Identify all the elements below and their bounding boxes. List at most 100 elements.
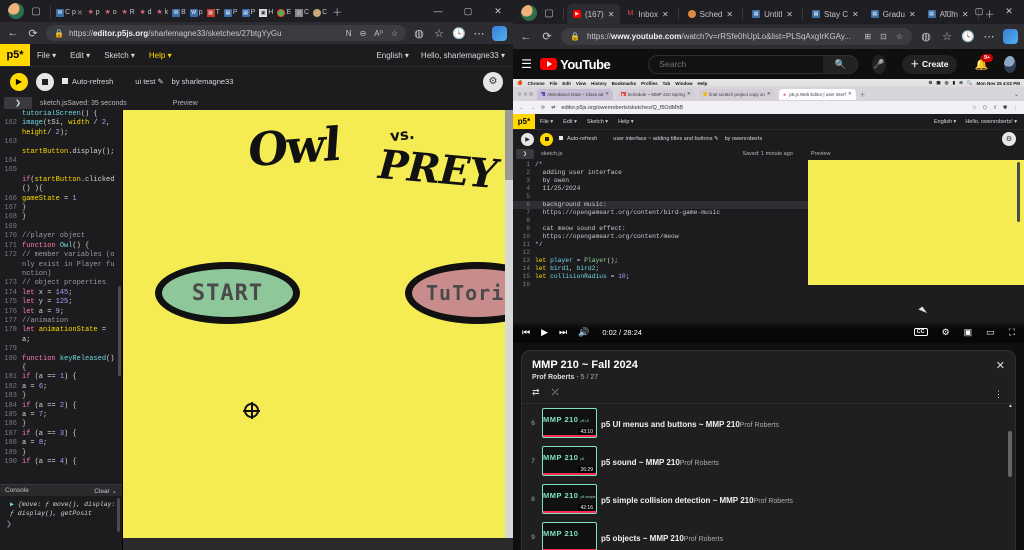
sketch-name[interactable]: ui test ✎ xyxy=(135,77,163,86)
favorite-star-icon[interactable]: ☆ xyxy=(896,32,903,41)
fullscreen-icon[interactable]: ⛶ xyxy=(1009,327,1015,338)
scrollbar-thumb[interactable] xyxy=(1008,431,1012,477)
stop-button[interactable] xyxy=(36,72,54,91)
close-icon[interactable]: ✕ xyxy=(996,359,1005,372)
address-bar[interactable]: 🔒 https://editor.p5js.org/sharlemagne33/… xyxy=(46,25,406,41)
copilot-icon[interactable] xyxy=(492,25,507,41)
captions-icon[interactable]: CC xyxy=(913,328,928,336)
new-tab-button[interactable]: ＋ xyxy=(329,3,345,19)
console-clear-button[interactable]: Clear ⌄ xyxy=(94,487,117,495)
browser-tab[interactable]: WB xyxy=(170,3,188,22)
video-thumbnail[interactable]: MMP 210p5 UI menus and buttons43:10 xyxy=(542,408,597,438)
playlist-item[interactable]: 8 MMP 210p5 simple collision detection42:… xyxy=(522,480,1015,518)
create-button[interactable]: ＋ Create xyxy=(901,54,958,74)
profile-avatar-icon[interactable] xyxy=(8,3,24,19)
playlist-scrollbar[interactable]: ▲ ▼ xyxy=(1008,403,1013,550)
playlist-item[interactable]: 6MMP 210p5 UI menus and buttons43:10p5 U… xyxy=(522,404,1015,442)
volume-icon[interactable]: 🔊 xyxy=(578,327,589,338)
preview-scrollbar-horizontal[interactable] xyxy=(123,538,513,550)
browser-tab[interactable]: ★ k xyxy=(154,3,171,22)
next-video-icon[interactable]: ⏭ xyxy=(559,327,567,338)
browser-tab[interactable]: ▤ P xyxy=(222,3,240,22)
loop-icon[interactable]: ⇄ xyxy=(532,387,540,398)
gear-icon[interactable]: ⚙ xyxy=(942,327,950,338)
close-icon[interactable]: ✕ xyxy=(662,10,669,19)
p5-canvas[interactable]: Owl vs. PREY START TuTorial xyxy=(123,110,505,538)
close-icon[interactable]: ✕ xyxy=(994,0,1024,22)
browser-tab-graduate[interactable]: ▤ Gradu ✕ xyxy=(865,4,922,24)
p5-menu-edit[interactable]: Edit ▾ xyxy=(63,51,97,60)
close-icon[interactable]: ✕ xyxy=(77,9,83,17)
hamburger-menu-icon[interactable]: ☰ xyxy=(521,57,532,71)
code-editor[interactable]: tutorialScreen() {162 image(tSi, width / … xyxy=(0,110,122,484)
video-thumbnail[interactable]: MMP 210 xyxy=(542,522,597,550)
split-screen-icon[interactable]: ◍ xyxy=(412,27,426,40)
shuffle-icon[interactable]: ⤫ xyxy=(552,387,559,398)
minimize-icon[interactable]: — xyxy=(934,0,964,22)
reload-icon[interactable]: ⟳ xyxy=(26,27,40,40)
miniplayer-icon[interactable]: ▣ xyxy=(964,327,973,338)
history-icon[interactable]: 🕓 xyxy=(452,27,466,40)
preview-scrollbar-vertical[interactable] xyxy=(505,110,513,538)
read-aloud-icon[interactable]: A⁰ xyxy=(374,29,383,38)
p5-menu-sketch[interactable]: Sketch ▾ xyxy=(97,51,142,60)
browser-tab-stay[interactable]: ▤ Stay C ✕ xyxy=(806,4,865,24)
collections-icon[interactable]: ☆ xyxy=(432,27,446,40)
browser-tab[interactable]: ◫ C xyxy=(293,3,311,22)
split-screen-icon[interactable]: ⊞ xyxy=(864,32,871,41)
close-icon[interactable]: ✕ xyxy=(483,0,513,22)
translate-icon[interactable]: Ν xyxy=(346,29,352,38)
console-scrollbar[interactable] xyxy=(117,498,120,532)
reload-icon[interactable]: ⟳ xyxy=(540,30,554,43)
close-icon[interactable]: ✕ xyxy=(726,10,733,19)
p5-menu-file[interactable]: File ▾ xyxy=(30,51,63,60)
close-icon[interactable]: ✕ xyxy=(852,10,859,19)
favorite-star-icon[interactable]: ☆ xyxy=(391,29,398,38)
settings-more-icon[interactable]: ⋯ xyxy=(472,27,486,40)
search-input[interactable] xyxy=(648,54,824,74)
zoom-icon[interactable]: ⊖ xyxy=(360,29,367,38)
video-player[interactable]: 🍎 Chrome File Edit View History Bookmark… xyxy=(513,79,1024,343)
play-icon[interactable]: ▶ xyxy=(541,327,548,338)
run-button[interactable]: ▶ xyxy=(10,72,28,91)
voice-search-icon[interactable]: 🎤 xyxy=(872,54,886,74)
collections-icon[interactable]: ☆ xyxy=(940,30,954,43)
split-screen-icon[interactable]: ◍ xyxy=(919,30,933,43)
maximize-icon[interactable]: ▢ xyxy=(453,0,483,22)
notifications-bell-icon[interactable]: 🔔 9+ xyxy=(974,53,993,71)
start-button[interactable]: START xyxy=(155,262,300,324)
history-icon[interactable]: 🕓 xyxy=(961,30,975,43)
close-icon[interactable]: ✕ xyxy=(909,10,916,19)
browser-tab[interactable]: ★ o xyxy=(102,3,119,22)
auto-refresh-toggle[interactable]: Auto-refresh xyxy=(62,77,113,86)
p5-menu-help[interactable]: Help ▾ xyxy=(142,51,179,60)
tutorial-button[interactable]: TuTorial xyxy=(405,262,505,324)
browser-tab[interactable]: ★ d xyxy=(137,3,154,22)
browser-tab-inbox[interactable]: M Inbox ✕ xyxy=(620,4,674,24)
browser-tab-schedule[interactable]: Sched ✕ xyxy=(682,4,739,24)
browser-tab-youtube[interactable]: ▶ (167) ✕ xyxy=(567,4,621,24)
browser-tab[interactable]: ▣ H xyxy=(257,3,275,22)
browser-tab[interactable]: E xyxy=(275,3,293,22)
p5-logo[interactable]: p5* xyxy=(0,44,30,66)
expand-arrow-icon[interactable]: ▶ xyxy=(10,501,18,508)
tab-search-icon[interactable]: ▢ xyxy=(28,3,44,19)
console-prompt[interactable]: ❯ xyxy=(0,518,122,528)
copilot-icon[interactable] xyxy=(1003,29,1018,44)
previous-video-icon[interactable]: ⏮ xyxy=(522,327,530,338)
file-tab-sketch-js[interactable]: sketch.jsSaved: 35 seconds xyxy=(40,100,127,107)
video-thumbnail[interactable]: MMP 210p5 simple collision detection42:1… xyxy=(542,484,597,514)
theater-mode-icon[interactable]: ▭ xyxy=(986,327,995,338)
video-thumbnail[interactable]: MMP 210p5 sound26:29 xyxy=(542,446,597,476)
browser-tab[interactable]: ▤ T xyxy=(205,3,222,22)
search-icon[interactable]: 🔍 xyxy=(823,54,859,74)
browser-tab[interactable]: ★ p xyxy=(85,3,102,22)
code-scrollbar[interactable] xyxy=(118,286,121,376)
account-menu[interactable]: Hello, sharlemagne33 ▾ xyxy=(421,51,505,60)
search-box[interactable]: 🔍 xyxy=(648,54,859,74)
back-icon[interactable]: ← xyxy=(519,31,533,43)
back-icon[interactable]: ← xyxy=(6,27,20,39)
settings-more-icon[interactable]: ⋯ xyxy=(982,30,996,43)
close-icon[interactable]: ✕ xyxy=(608,10,615,19)
sidebar-toggle-icon[interactable]: ❯ xyxy=(4,97,32,109)
